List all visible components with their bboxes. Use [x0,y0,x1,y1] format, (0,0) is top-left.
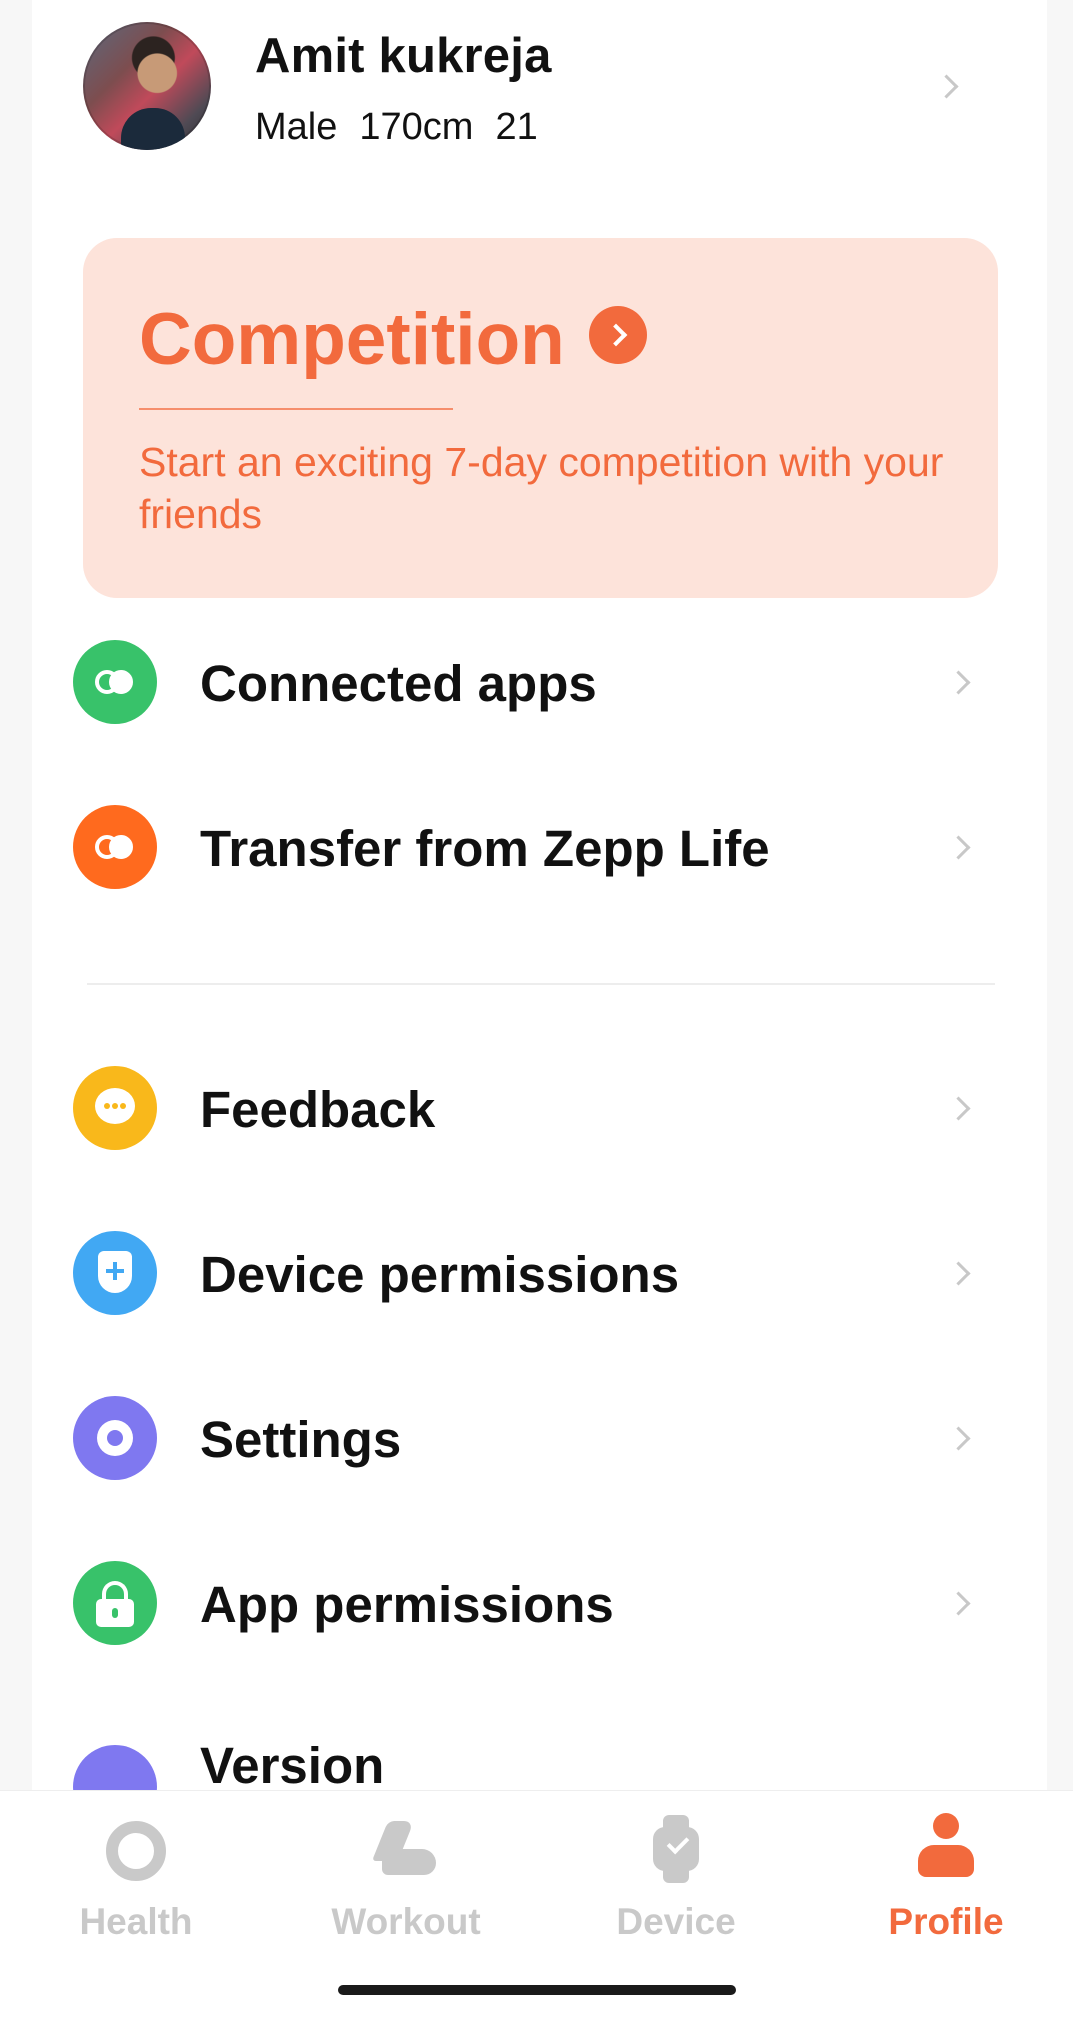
tab-health[interactable]: Health [36,1791,236,1961]
shield-icon [73,1231,157,1315]
menu-item-connected-apps[interactable]: Connected apps [32,622,1047,742]
profile-name: Amit kukreja [255,29,552,83]
tab-label: Device [616,1901,736,1942]
arrow-right-circle-icon[interactable] [589,306,647,364]
menu-item-version[interactable]: Version [200,1736,384,1795]
profile-age: 21 [495,106,538,148]
gear-icon [73,1396,157,1480]
menu-item-label: Device permissions [200,1246,680,1303]
chat-bubble-icon [73,1066,157,1150]
competition-subtitle: Start an exciting 7-day competition with… [139,439,944,537]
person-icon [916,1813,976,1881]
competition-divider [139,408,453,410]
tab-label: Health [79,1901,193,1942]
chevron-right-icon [934,74,959,99]
competition-title: Competition [139,299,565,380]
tab-label: Profile [888,1901,1004,1942]
tab-device[interactable]: Device [576,1791,776,1961]
menu-item-app-permissions[interactable]: App permissions [32,1543,1047,1663]
menu-item-label: Transfer from Zepp Life [200,820,770,877]
lock-icon [73,1561,157,1645]
home-indicator[interactable] [338,1985,736,1995]
shoe-icon [376,1821,438,1877]
chevron-right-icon [946,670,971,695]
menu-item-feedback[interactable]: Feedback [32,1048,1047,1168]
section-divider [87,983,995,985]
menu-item-device-permissions[interactable]: Device permissions [32,1213,1047,1333]
link-icon [73,640,157,724]
profile-details: Male 170cm 21 [255,106,560,149]
bottom-tab-bar: Health Workout Device Profile [0,1790,1073,2017]
menu-item-settings[interactable]: Settings [32,1378,1047,1498]
tab-profile[interactable]: Profile [846,1791,1046,1961]
menu-item-label: App permissions [200,1576,614,1633]
menu-item-transfer-zepp-life[interactable]: Transfer from Zepp Life [32,787,1047,907]
competition-card[interactable]: Competition Start an exciting 7-day comp… [83,238,998,598]
menu-item-label: Feedback [200,1081,436,1138]
tab-label: Workout [331,1901,481,1942]
profile-screen: Amit kukreja Male 170cm 21 Competition Sta… [32,0,1047,2016]
chevron-right-icon [946,1426,971,1451]
menu-item-label: Settings [200,1411,402,1468]
profile-header[interactable]: Amit kukreja Male 170cm 21 [32,0,1047,175]
tab-workout[interactable]: Workout [306,1791,506,1961]
menu-item-label: Connected apps [200,655,597,712]
chevron-right-icon [946,1096,971,1121]
chevron-right-icon [946,1591,971,1616]
chevron-right-icon [946,1261,971,1286]
chevron-right-icon [946,835,971,860]
health-ring-icon [106,1821,166,1881]
link-icon [73,805,157,889]
profile-gender: Male [255,106,338,148]
profile-height: 170cm [359,106,474,148]
avatar[interactable] [83,22,211,150]
